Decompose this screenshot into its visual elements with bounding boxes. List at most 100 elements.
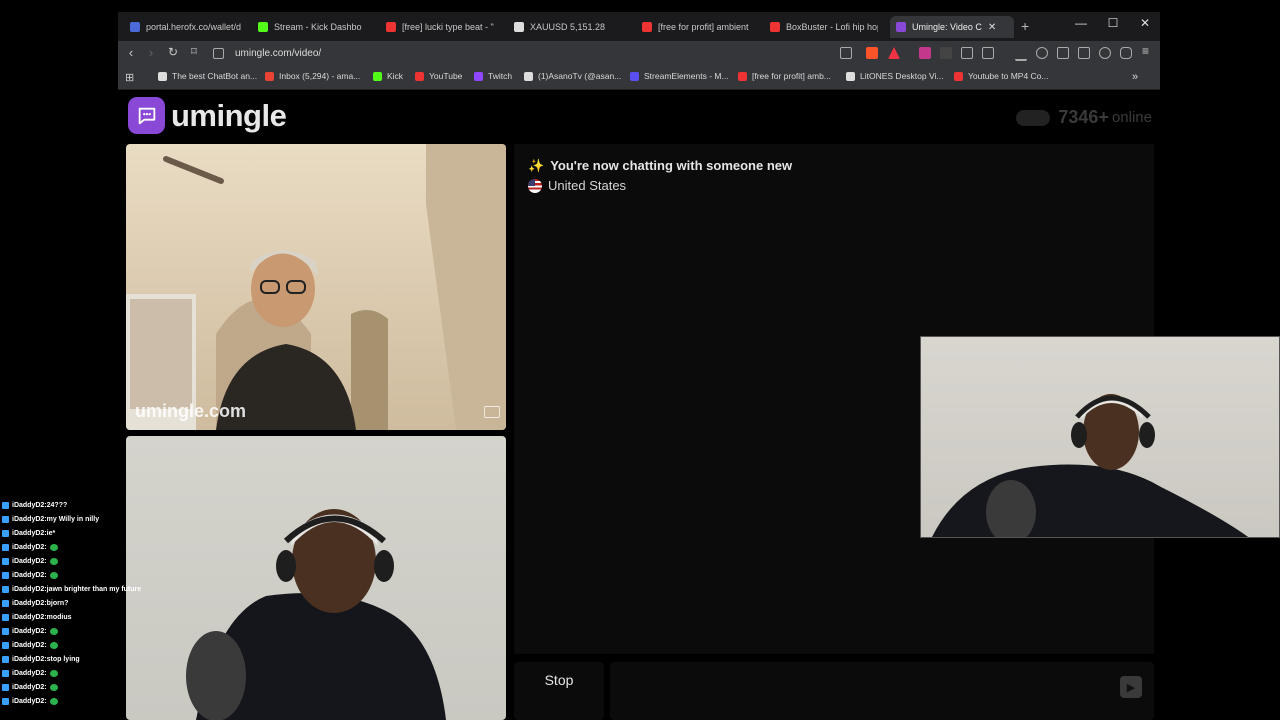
- new-tab-icon[interactable]: +: [1021, 18, 1029, 34]
- apps-icon[interactable]: ⊞: [125, 71, 134, 84]
- report-flag-icon[interactable]: [484, 406, 500, 418]
- tab-youtube-lucki[interactable]: [free] lucki type beat - "c: [386, 16, 494, 38]
- bookmark-tiktok[interactable]: (1)AsanoTv (@asan...: [524, 71, 621, 81]
- badge-icon: [2, 669, 9, 677]
- umingle-logo[interactable]: umingle: [128, 97, 287, 134]
- badge-icon: [2, 557, 9, 565]
- stop-button[interactable]: Stop: [514, 662, 604, 720]
- bookmark-label: Inbox (5,294) - ama...: [279, 71, 361, 81]
- litones-icon: [846, 71, 855, 81]
- close-window-icon[interactable]: ✕: [1130, 16, 1160, 30]
- bookmark-label: Twitch: [488, 71, 513, 81]
- online-count: 7346+: [1058, 107, 1109, 127]
- umingle-watermark: umingle.com: [135, 401, 247, 421]
- reload-icon[interactable]: ↻: [164, 45, 182, 59]
- tab-label: Stream - Kick Dashbo: [274, 22, 362, 32]
- streamelements-icon: [630, 71, 639, 81]
- tab-kick[interactable]: Stream - Kick Dashbo: [258, 16, 366, 38]
- chat-text: ie*: [46, 529, 56, 537]
- emote-icon: [49, 627, 58, 635]
- leo-ai-icon[interactable]: [1099, 47, 1111, 59]
- bookmark-icon[interactable]: ⌑: [185, 45, 203, 58]
- emote-icon: [49, 697, 58, 705]
- self-video: [126, 436, 506, 720]
- chat-separator: :: [44, 669, 47, 677]
- bookmark-youtube[interactable]: YouTube: [415, 71, 462, 81]
- send-icon[interactable]: ▶: [1120, 676, 1142, 698]
- bookmark-label: StreamElements - M...: [644, 71, 729, 81]
- bookmark-chatbot[interactable]: The best ChatBot an...: [158, 71, 257, 81]
- bookmark-youtube-ambient[interactable]: [free for profit] amb...: [738, 71, 831, 81]
- tab-umingle[interactable]: Umingle: Video C ✕: [890, 16, 1014, 38]
- brave-rewards-icon[interactable]: [888, 47, 900, 59]
- tab-youtube-boxbuster[interactable]: BoxBuster - Lofi hip hop: [770, 16, 878, 38]
- chat-separator: :: [44, 571, 47, 579]
- stream-chat-line: iDaddyD2 :: [0, 680, 160, 694]
- youtube-icon: [738, 71, 747, 81]
- message-input[interactable]: ▶: [610, 662, 1154, 720]
- media-icon[interactable]: [1036, 47, 1048, 59]
- forward-icon[interactable]: ›: [142, 45, 160, 60]
- tab-label: [free for profit] ambient: [658, 22, 749, 32]
- theme-toggle[interactable]: [1016, 109, 1051, 126]
- bookmark-label: Youtube to MP4 Co...: [968, 71, 1049, 81]
- share-icon[interactable]: [840, 47, 852, 59]
- badge-icon: [2, 515, 9, 523]
- tab-strip: portal.herofx.co/wallet/d Stream - Kick …: [118, 12, 1160, 41]
- gmail-icon: [265, 71, 274, 81]
- menu-icon[interactable]: ≡: [1142, 44, 1154, 58]
- vpn-icon[interactable]: [1120, 47, 1132, 59]
- logo-text: umingle: [171, 97, 287, 133]
- extension-d-icon[interactable]: [940, 47, 952, 59]
- sparkle-icon: ✨: [528, 158, 545, 173]
- close-tab-icon[interactable]: ✕: [988, 22, 996, 33]
- more-bookmarks-icon[interactable]: »: [1132, 71, 1138, 83]
- brave-shields-icon[interactable]: [866, 47, 878, 59]
- chat-separator: :: [44, 627, 47, 635]
- emote-icon: [49, 557, 58, 565]
- chat-username: iDaddyD2: [12, 697, 45, 705]
- chat-separator: :: [44, 557, 47, 565]
- status-text: You're now chatting with someone new: [550, 158, 793, 173]
- wallet-icon[interactable]: [1078, 47, 1090, 59]
- stream-chat-line: iDaddyD2 :: [0, 540, 160, 554]
- badge-icon: [2, 543, 9, 551]
- chat-text: jawn brighter than my future: [46, 585, 142, 593]
- bookmark-litones[interactable]: LitONES Desktop Vi...: [846, 71, 943, 81]
- badge-icon: [2, 585, 9, 593]
- bookmark-streamelements[interactable]: StreamElements - M...: [630, 71, 729, 81]
- sidebar-icon[interactable]: [1057, 47, 1069, 59]
- chat-username: iDaddyD2: [12, 655, 45, 663]
- site-info-icon[interactable]: [213, 47, 224, 59]
- emote-icon: [49, 571, 58, 579]
- back-icon[interactable]: ‹: [122, 45, 140, 60]
- bookmark-twitch[interactable]: Twitch: [474, 71, 512, 81]
- bookmark-label: YouTube: [429, 71, 463, 81]
- tab-herofx[interactable]: portal.herofx.co/wallet/d: [130, 16, 242, 38]
- tab-label: portal.herofx.co/wallet/d: [146, 22, 242, 32]
- badge-icon: [2, 571, 9, 579]
- tab-xauusd[interactable]: XAUUSD 5,151.28: [514, 16, 622, 38]
- extension-icon[interactable]: [919, 47, 931, 59]
- bookmark-mp4[interactable]: Youtube to MP4 Co...: [954, 71, 1049, 81]
- stranger-country: United States: [528, 178, 626, 193]
- badge-icon: [2, 501, 9, 509]
- chat-username: iDaddyD2: [12, 683, 45, 691]
- download-icon[interactable]: [1015, 47, 1027, 61]
- bookmark-kick[interactable]: Kick: [373, 71, 403, 81]
- stream-chat-line: iDaddyD2 :: [0, 666, 160, 680]
- screenshot-icon[interactable]: [982, 47, 994, 59]
- stream-chat-line: iDaddyD2 : my Willy in nilly: [0, 512, 160, 526]
- stream-chat-line: iDaddyD2 :: [0, 568, 160, 582]
- minimize-icon[interactable]: —: [1066, 16, 1096, 30]
- stream-chat-line: iDaddyD2 : modius: [0, 610, 160, 624]
- extensions-puzzle-icon[interactable]: [961, 47, 973, 59]
- bookmark-label: LitONES Desktop Vi...: [860, 71, 944, 81]
- tab-youtube-ambient[interactable]: [free for profit] ambient: [642, 16, 750, 38]
- bookmark-gmail[interactable]: Inbox (5,294) - ama...: [265, 71, 360, 81]
- maximize-icon[interactable]: ☐: [1098, 16, 1128, 30]
- chat-username: iDaddyD2: [12, 543, 45, 551]
- address-bar[interactable]: umingle.com/video/: [213, 44, 833, 62]
- chart-icon: [514, 22, 524, 32]
- stranger-video: umingle.com: [126, 144, 506, 430]
